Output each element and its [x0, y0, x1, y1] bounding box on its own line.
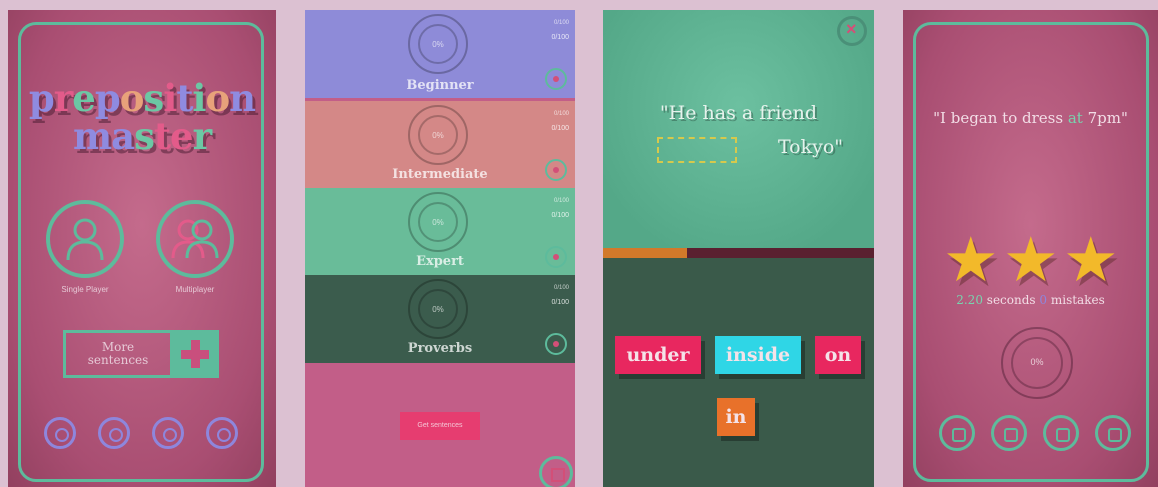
- play-button[interactable]: [545, 68, 567, 90]
- question-line-2: Tokyo": [777, 136, 844, 158]
- logo-letter: m: [72, 114, 112, 158]
- level-name: Expert: [416, 254, 464, 269]
- lock-icon: 0/100: [551, 299, 569, 306]
- logo-letter: e: [170, 114, 194, 158]
- multiplayer-button[interactable]: [156, 200, 234, 278]
- level-name: Intermediate: [392, 167, 488, 182]
- score-percent: 0%: [1030, 357, 1044, 367]
- star-icon-2: ★: [1003, 226, 1059, 295]
- question-line-1: "He has a friend: [659, 102, 818, 124]
- seconds-value: 2.20: [956, 293, 983, 307]
- answer-inside[interactable]: inside: [715, 336, 801, 374]
- plus-icon[interactable]: [171, 330, 219, 378]
- achievements-icon[interactable]: [152, 417, 184, 449]
- single-player-button[interactable]: [46, 200, 124, 278]
- timer-fill: [603, 248, 687, 258]
- share-icon[interactable]: [98, 417, 130, 449]
- level-name: Beginner: [406, 78, 474, 93]
- sentence-prefix: "I began to dress: [933, 109, 1064, 127]
- retry-icon[interactable]: [1043, 415, 1079, 451]
- logo-letter: t: [153, 114, 171, 158]
- question-area: [603, 10, 874, 248]
- next-icon[interactable]: [1095, 415, 1131, 451]
- level-score: 0/100: [553, 111, 569, 117]
- play-button[interactable]: [545, 333, 567, 355]
- seconds-label: seconds: [986, 293, 1036, 307]
- settings-icon[interactable]: [44, 417, 76, 449]
- level-score: 0/100: [553, 198, 569, 204]
- level-score: 0/100: [553, 20, 569, 26]
- logo-letter: r: [192, 114, 212, 158]
- sentence-answer: at: [1067, 109, 1083, 127]
- close-icon[interactable]: [837, 16, 867, 46]
- sentence-suffix: 7pm": [1087, 109, 1128, 127]
- single-player-label: Single Player: [61, 285, 109, 294]
- play-button[interactable]: [545, 246, 567, 268]
- home-icon[interactable]: [939, 415, 975, 451]
- logo-letter: s: [134, 114, 155, 158]
- lock-icon: 0/100: [551, 34, 569, 41]
- lock-icon: 0/100: [551, 212, 569, 219]
- user-icon: [66, 218, 104, 261]
- star-icon-1: ★: [943, 226, 999, 295]
- multiplayer-label: Multiplayer: [175, 285, 215, 294]
- level-score: 0/100: [553, 285, 569, 291]
- timer-bar: [603, 248, 874, 258]
- level-percent: 0%: [432, 218, 444, 227]
- mistakes-label: mistakes: [1050, 293, 1105, 307]
- users-icon: [171, 219, 219, 259]
- more-sentences-button[interactable]: More sentences: [63, 330, 173, 378]
- level-proverbs[interactable]: 0% Proverbs 0/100 0/100: [305, 275, 575, 363]
- lock-icon: 0/100: [551, 125, 569, 132]
- level-intermediate[interactable]: 0% Intermediate 0/100 0/100: [305, 101, 575, 189]
- level-percent: 0%: [432, 305, 444, 314]
- home-icon[interactable]: [539, 456, 573, 487]
- answer-under[interactable]: under: [615, 336, 701, 374]
- mistakes-value: 0: [1039, 293, 1048, 307]
- level-name: Proverbs: [407, 341, 473, 356]
- answer-in[interactable]: in: [717, 398, 755, 436]
- sentences-label: sentences: [87, 353, 149, 367]
- main-menu-screen: preposition master Single Player Multipl…: [8, 10, 276, 487]
- star-icon-3: ★: [1063, 226, 1119, 295]
- play-button[interactable]: [545, 159, 567, 181]
- share-icon[interactable]: [991, 415, 1027, 451]
- level-select-screen: 0% Beginner 0/100 0/100 0% Intermediate …: [305, 10, 575, 487]
- level-percent: 0%: [432, 40, 444, 49]
- level-percent: 0%: [432, 131, 444, 140]
- result-sentence: "I began to dress at 7pm": [933, 108, 1128, 128]
- level-expert[interactable]: 0% Expert 0/100 0/100: [305, 188, 575, 276]
- answer-on[interactable]: on: [815, 336, 861, 374]
- results-screen: "I began to dress at 7pm" ★ ★ ★ 2.20 sec…: [903, 10, 1158, 487]
- info-icon[interactable]: [206, 417, 238, 449]
- gameplay-screen: "He has a friend Tokyo" under inside on …: [603, 10, 874, 487]
- level-beginner[interactable]: 0% Beginner 0/100 0/100: [305, 10, 575, 98]
- get-sentences-button[interactable]: Get sentences: [400, 412, 480, 440]
- result-stats: 2.20 seconds 0 mistakes: [903, 293, 1158, 307]
- logo-letter: a: [111, 114, 135, 158]
- logo-master: master: [8, 114, 276, 158]
